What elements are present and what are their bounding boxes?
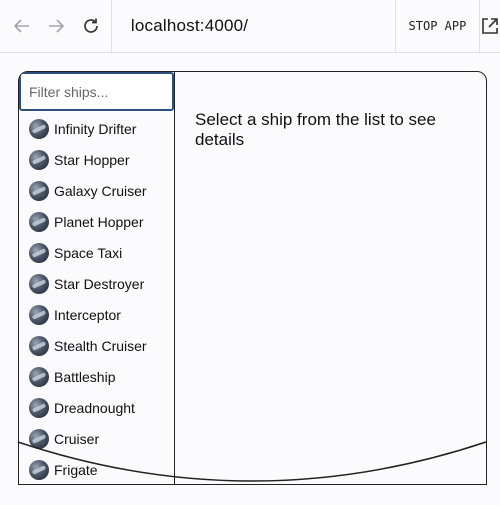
open-external-icon — [482, 18, 498, 34]
ship-list-item[interactable]: Infinity Drifter — [19, 113, 174, 144]
ship-avatar-icon — [29, 118, 49, 139]
detail-placeholder-text: Select a ship from the list to see detai… — [195, 110, 436, 149]
ship-avatar-icon — [29, 273, 49, 294]
ship-list-item[interactable]: Space Taxi — [19, 237, 174, 268]
ship-list-item[interactable]: Dreadnought — [19, 392, 174, 423]
browser-toolbar: localhost:4000/ STOP APP — [0, 0, 500, 53]
ship-avatar-icon — [29, 335, 49, 356]
ship-list-item[interactable]: Planet Hopper — [19, 206, 174, 237]
ship-avatar-icon — [29, 242, 49, 263]
reload-icon — [84, 18, 98, 33]
ship-avatar-icon — [29, 211, 49, 232]
stop-app-button[interactable]: STOP APP — [396, 0, 480, 52]
ship-list-item[interactable]: Interceptor — [19, 299, 174, 330]
ship-name: Interceptor — [54, 306, 121, 323]
ship-list-item[interactable]: Star Hopper — [19, 144, 174, 175]
ship-avatar-icon — [29, 304, 49, 325]
ship-list-item[interactable]: Star Destroyer — [19, 268, 174, 299]
page-bottom-mask — [0, 483, 500, 505]
ship-sidebar: Infinity Drifter Star Hopper Galaxy Cruise… — [19, 72, 175, 484]
ship-name: Planet Hopper — [54, 213, 144, 230]
ship-name: Space Taxi — [54, 244, 123, 261]
ship-avatar-icon — [29, 366, 49, 387]
ship-name: Star Hopper — [54, 151, 130, 168]
ship-avatar-icon — [29, 397, 49, 418]
ship-avatar-icon — [29, 180, 49, 201]
forward-button[interactable] — [39, 16, 73, 36]
ship-name: Dreadnought — [54, 399, 135, 416]
reload-button[interactable] — [73, 16, 109, 36]
ship-avatar-icon — [29, 149, 49, 170]
filter-ships-input[interactable] — [19, 72, 174, 111]
ship-name: Battleship — [54, 368, 116, 385]
ship-list: Infinity Drifter Star Hopper Galaxy Cruise… — [19, 113, 174, 484]
ship-name: Infinity Drifter — [54, 120, 137, 137]
ship-list-item[interactable]: Stealth Cruiser — [19, 330, 174, 361]
ship-name: Galaxy Cruiser — [54, 182, 147, 199]
address-bar[interactable]: localhost:4000/ — [112, 0, 396, 52]
forward-arrow-icon — [49, 19, 65, 33]
ship-name: Stealth Cruiser — [54, 337, 147, 354]
nav-buttons — [0, 0, 112, 52]
ship-list-item[interactable]: Battleship — [19, 361, 174, 392]
back-button[interactable] — [5, 16, 39, 36]
ship-name: Star Destroyer — [54, 275, 145, 292]
back-arrow-icon — [13, 19, 29, 33]
ship-list-item[interactable]: Galaxy Cruiser — [19, 175, 174, 206]
app-frame: Infinity Drifter Star Hopper Galaxy Cruise… — [18, 71, 487, 485]
open-external-button[interactable] — [480, 0, 500, 52]
